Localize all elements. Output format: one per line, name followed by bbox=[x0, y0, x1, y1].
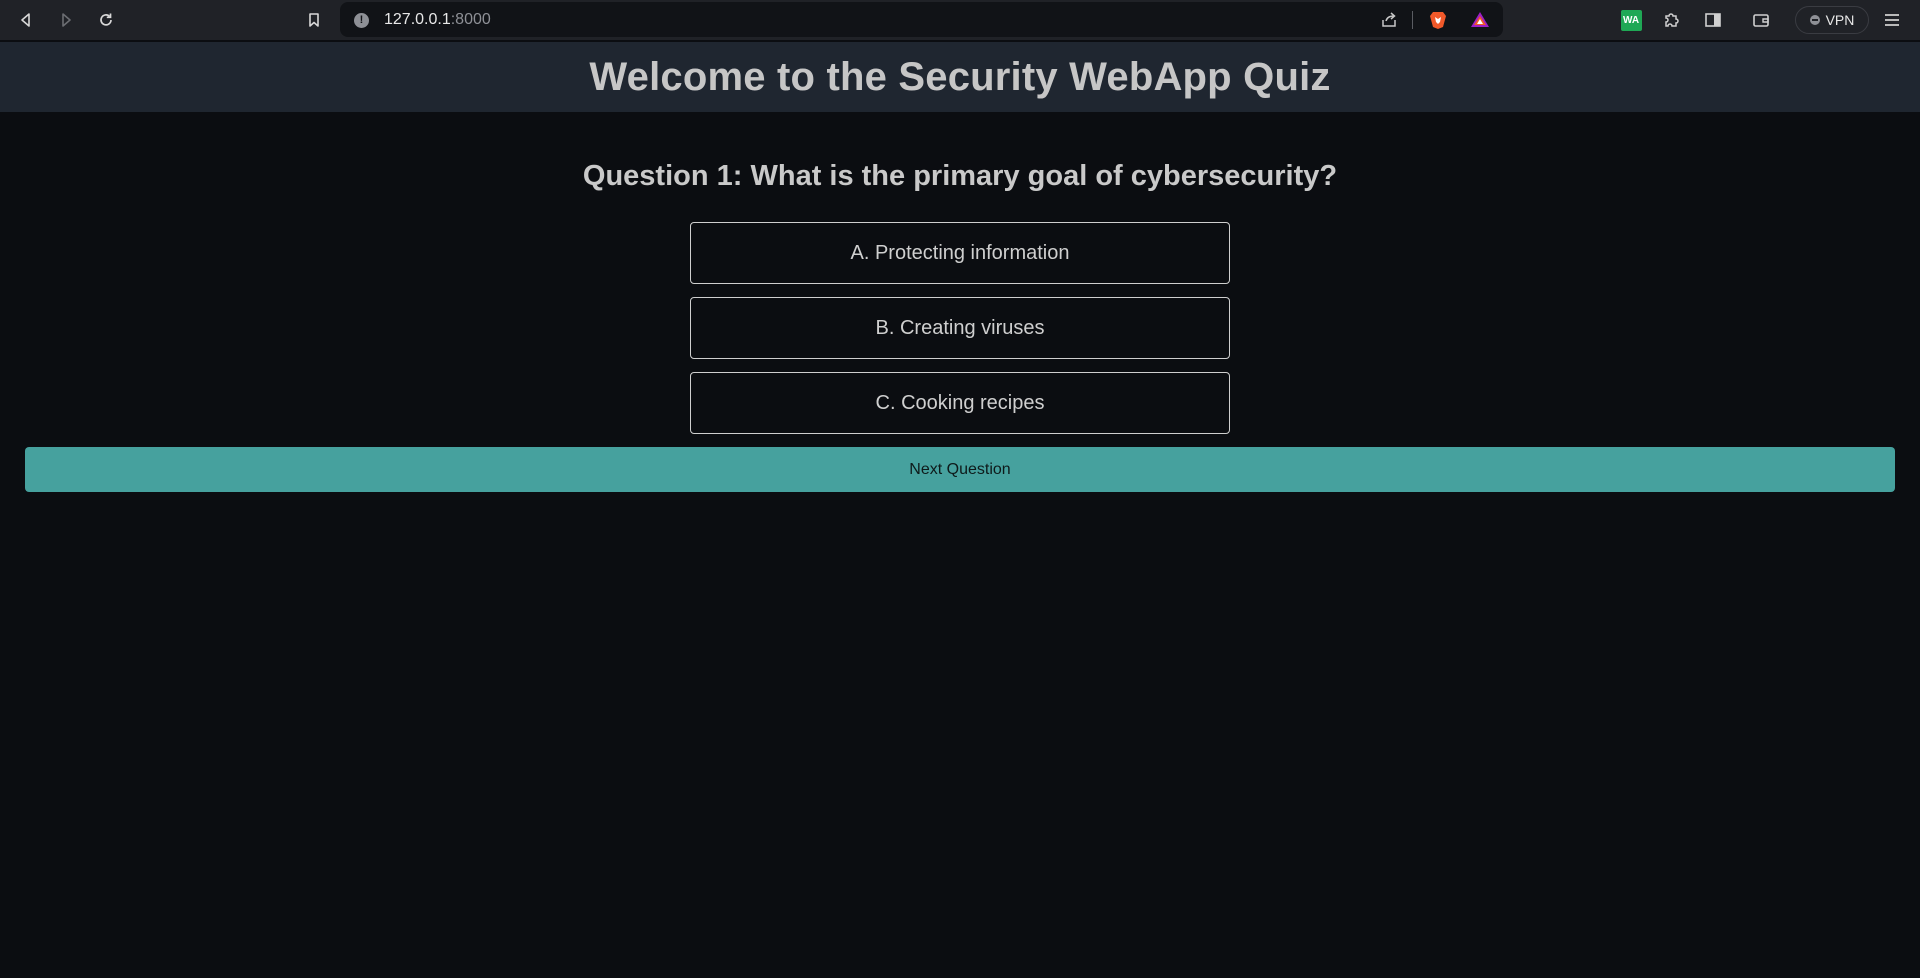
wallet-icon[interactable] bbox=[1750, 9, 1772, 31]
extension-wa-badge: WA bbox=[1620, 9, 1642, 31]
answer-options: A. Protecting information B. Creating vi… bbox=[690, 222, 1230, 447]
vpn-button[interactable]: VPN bbox=[1795, 6, 1869, 34]
menu-icon[interactable] bbox=[1881, 9, 1903, 31]
url-port: :8000 bbox=[450, 11, 491, 28]
page-title: Welcome to the Security WebApp Quiz bbox=[589, 54, 1331, 99]
bookmark-icon bbox=[309, 13, 319, 27]
next-question-button[interactable]: Next Question bbox=[25, 447, 1895, 492]
url-text[interactable]: 127.0.0.1:8000 bbox=[384, 11, 491, 29]
extensions-icon[interactable] bbox=[1660, 9, 1682, 31]
url-host: 127.0.0.1 bbox=[384, 11, 451, 28]
option-c-button[interactable]: C. Cooking recipes bbox=[690, 372, 1230, 434]
brave-rewards-icon[interactable] bbox=[1470, 10, 1490, 30]
url-separator bbox=[1412, 11, 1413, 29]
bookmark-button[interactable] bbox=[300, 6, 328, 34]
vpn-label: VPN bbox=[1825, 12, 1855, 28]
question-text: Question 1: What is the primary goal of … bbox=[582, 160, 1338, 192]
option-b-button[interactable]: B. Creating viruses bbox=[690, 297, 1230, 359]
forward-button[interactable] bbox=[52, 6, 80, 34]
back-button[interactable] bbox=[12, 6, 40, 34]
sidebar-icon[interactable] bbox=[1702, 9, 1724, 31]
page-header: Welcome to the Security WebApp Quiz bbox=[0, 42, 1920, 112]
reload-button[interactable] bbox=[92, 6, 120, 34]
extension-wa-icon[interactable]: WA bbox=[1620, 9, 1642, 31]
vpn-status-icon bbox=[1809, 15, 1820, 25]
site-info-icon[interactable]: ! bbox=[354, 13, 369, 28]
address-bar[interactable]: ! 127.0.0.1:8000 bbox=[340, 2, 1503, 37]
forward-icon bbox=[62, 13, 71, 27]
browser-toolbar: ! 127.0.0.1:8000 WA VPN bbox=[0, 0, 1920, 40]
share-icon[interactable] bbox=[1379, 10, 1399, 30]
reload-icon bbox=[100, 13, 112, 26]
option-a-button[interactable]: A. Protecting information bbox=[690, 222, 1230, 284]
brave-shield-icon[interactable] bbox=[1428, 10, 1448, 30]
back-icon bbox=[21, 13, 30, 27]
